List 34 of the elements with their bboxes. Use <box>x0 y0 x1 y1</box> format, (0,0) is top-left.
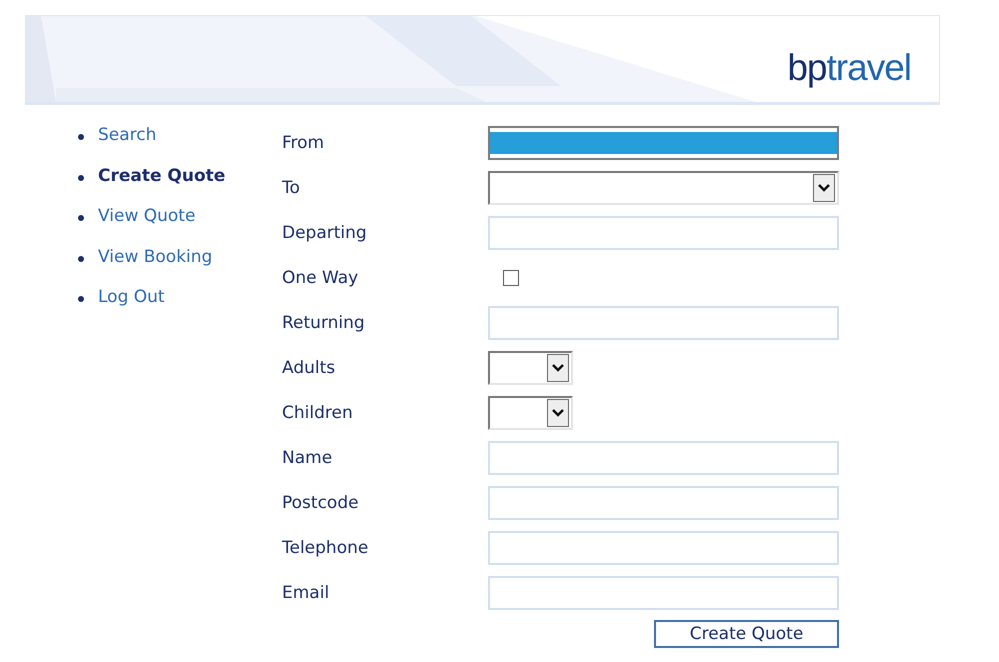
field-label: Telephone <box>282 538 370 558</box>
nav-link[interactable]: View Booking <box>98 246 212 267</box>
field-label: From <box>282 132 326 152</box>
field-label: Name <box>282 448 334 468</box>
dropdown-field[interactable] <box>488 350 573 384</box>
input-field[interactable] <box>488 216 839 250</box>
dropdown-field[interactable] <box>488 170 839 204</box>
input-field[interactable] <box>488 576 839 610</box>
bullet-icon <box>78 215 84 222</box>
dropdown-field[interactable] <box>488 396 573 430</box>
checkbox[interactable] <box>503 270 519 286</box>
field-label: To <box>282 178 301 198</box>
input-field[interactable] <box>488 530 839 564</box>
field-label: Departing <box>282 222 368 242</box>
input-field[interactable] <box>488 486 839 520</box>
nav-link[interactable]: Create Quote <box>98 166 226 186</box>
nav-link[interactable]: View Quote <box>98 206 196 226</box>
field-label: Postcode <box>282 492 360 512</box>
field-label: One Way <box>282 268 360 288</box>
bullet-icon <box>78 256 84 262</box>
input-field[interactable] <box>488 306 839 340</box>
nav-link[interactable]: Search <box>98 125 156 146</box>
input-field[interactable] <box>488 440 839 474</box>
bullet-icon <box>78 134 84 140</box>
field-label: Adults <box>282 358 336 378</box>
logo: bptravel <box>787 47 911 89</box>
listbox-field[interactable] <box>488 126 839 160</box>
nav-link[interactable]: Log Out <box>98 287 165 308</box>
field-label: Children <box>282 402 354 422</box>
field-label: Email <box>282 582 330 602</box>
field-label: Returning <box>282 312 366 332</box>
bullet-icon <box>78 174 84 181</box>
bullet-icon <box>78 296 84 302</box>
create-quote-button[interactable]: Create Quote <box>654 620 839 648</box>
